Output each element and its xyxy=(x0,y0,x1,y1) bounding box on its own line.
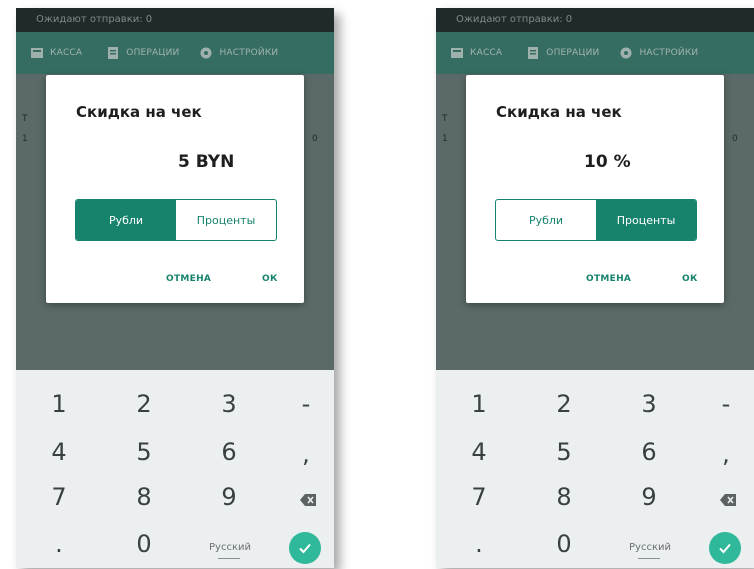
background-text: 1 xyxy=(22,134,28,144)
tab-bar: КАССА ОПЕРАЦИИ НАСТРОЙКИ xyxy=(436,32,754,74)
gear-icon xyxy=(620,47,632,59)
check-icon xyxy=(719,543,731,554)
tab-kassa[interactable]: КАССА xyxy=(30,46,82,60)
language-underline xyxy=(218,558,240,559)
key-3[interactable]: 3 xyxy=(209,390,249,418)
key-5[interactable]: 5 xyxy=(124,438,164,466)
enter-button[interactable] xyxy=(289,532,321,564)
tab-label: ОПЕРАЦИИ xyxy=(546,48,600,58)
key-9[interactable]: 9 xyxy=(209,483,249,511)
key-2[interactable]: 2 xyxy=(544,390,584,418)
status-bar: Ожидают отправки: 0 xyxy=(436,8,754,32)
tab-bar: КАССА ОПЕРАЦИИ НАСТРОЙКИ xyxy=(16,32,334,74)
backspace-icon[interactable] xyxy=(720,494,736,506)
language-underline xyxy=(638,558,660,559)
key-8[interactable]: 8 xyxy=(124,483,164,511)
phone-screen-rubles: Ожидают отправки: 0 КАССА ОПЕРАЦИИ НАСТР… xyxy=(16,8,334,568)
language-key[interactable]: Русский xyxy=(209,542,251,553)
currency-toggle: Рубли Проценты xyxy=(495,199,697,241)
discount-value: 10 % xyxy=(584,152,631,172)
background-text: 1 xyxy=(442,134,448,144)
background-text: 0 xyxy=(732,134,738,144)
key-0[interactable]: 0 xyxy=(124,530,164,558)
check-icon xyxy=(299,543,311,554)
key-minus[interactable]: - xyxy=(706,390,746,418)
toggle-rubles[interactable]: Рубли xyxy=(76,200,176,240)
key-7[interactable]: 7 xyxy=(459,483,499,511)
ok-button[interactable]: ОК xyxy=(262,274,278,284)
key-4[interactable]: 4 xyxy=(39,438,79,466)
numeric-keyboard: 1 2 3 - 4 5 6 , 7 8 9 . 0 Русский xyxy=(436,370,754,568)
backspace-icon[interactable] xyxy=(300,494,316,506)
key-0[interactable]: 0 xyxy=(544,530,584,558)
toggle-rubles[interactable]: Рубли xyxy=(496,200,596,240)
phone-screen-percent: Ожидают отправки: 0 КАССА ОПЕРАЦИИ НАСТР… xyxy=(436,8,754,568)
operations-icon xyxy=(528,47,539,59)
key-dot[interactable]: . xyxy=(39,530,79,558)
dialog-title: Скидка на чек xyxy=(76,103,202,121)
tab-label: НАСТРОЙКИ xyxy=(219,48,279,58)
background-text: Т xyxy=(22,114,28,124)
key-comma[interactable]: , xyxy=(706,440,746,468)
key-8[interactable]: 8 xyxy=(544,483,584,511)
register-icon xyxy=(31,48,43,58)
tab-label: КАССА xyxy=(470,48,503,58)
register-icon xyxy=(451,48,463,58)
key-6[interactable]: 6 xyxy=(629,438,669,466)
tab-label: КАССА xyxy=(50,48,83,58)
enter-button[interactable] xyxy=(709,532,741,564)
discount-dialog: Скидка на чек 10 % Рубли Проценты ОТМЕНА… xyxy=(466,75,724,303)
tab-label: ОПЕРАЦИИ xyxy=(126,48,180,58)
ok-button[interactable]: ОК xyxy=(682,274,698,284)
tab-settings[interactable]: НАСТРОЙКИ xyxy=(199,46,278,60)
gear-icon xyxy=(200,47,212,59)
key-comma[interactable]: , xyxy=(286,440,326,468)
toggle-percent[interactable]: Проценты xyxy=(596,200,696,240)
key-dot[interactable]: . xyxy=(459,530,499,558)
key-7[interactable]: 7 xyxy=(39,483,79,511)
tab-kassa[interactable]: КАССА xyxy=(450,46,502,60)
key-1[interactable]: 1 xyxy=(39,390,79,418)
numeric-keyboard: 1 2 3 - 4 5 6 , 7 8 9 . 0 Русский xyxy=(16,370,334,568)
toggle-percent[interactable]: Проценты xyxy=(176,200,276,240)
key-1[interactable]: 1 xyxy=(459,390,499,418)
tab-label: НАСТРОЙКИ xyxy=(639,48,699,58)
discount-dialog: Скидка на чек 5 BYN Рубли Проценты ОТМЕН… xyxy=(46,75,304,303)
background-text: Т xyxy=(442,114,448,124)
currency-toggle: Рубли Проценты xyxy=(75,199,277,241)
dialog-title: Скидка на чек xyxy=(496,103,622,121)
tab-operations[interactable]: ОПЕРАЦИИ xyxy=(106,46,179,60)
tab-operations[interactable]: ОПЕРАЦИИ xyxy=(526,46,599,60)
discount-value: 5 BYN xyxy=(178,152,235,172)
key-5[interactable]: 5 xyxy=(544,438,584,466)
key-minus[interactable]: - xyxy=(286,390,326,418)
background-text: 0 xyxy=(312,134,318,144)
cancel-button[interactable]: ОТМЕНА xyxy=(166,274,211,284)
operations-icon xyxy=(108,47,119,59)
key-3[interactable]: 3 xyxy=(629,390,669,418)
key-4[interactable]: 4 xyxy=(459,438,499,466)
key-9[interactable]: 9 xyxy=(629,483,669,511)
key-6[interactable]: 6 xyxy=(209,438,249,466)
key-2[interactable]: 2 xyxy=(124,390,164,418)
language-key[interactable]: Русский xyxy=(629,542,671,553)
status-bar: Ожидают отправки: 0 xyxy=(16,8,334,32)
cancel-button[interactable]: ОТМЕНА xyxy=(586,274,631,284)
tab-settings[interactable]: НАСТРОЙКИ xyxy=(619,46,698,60)
